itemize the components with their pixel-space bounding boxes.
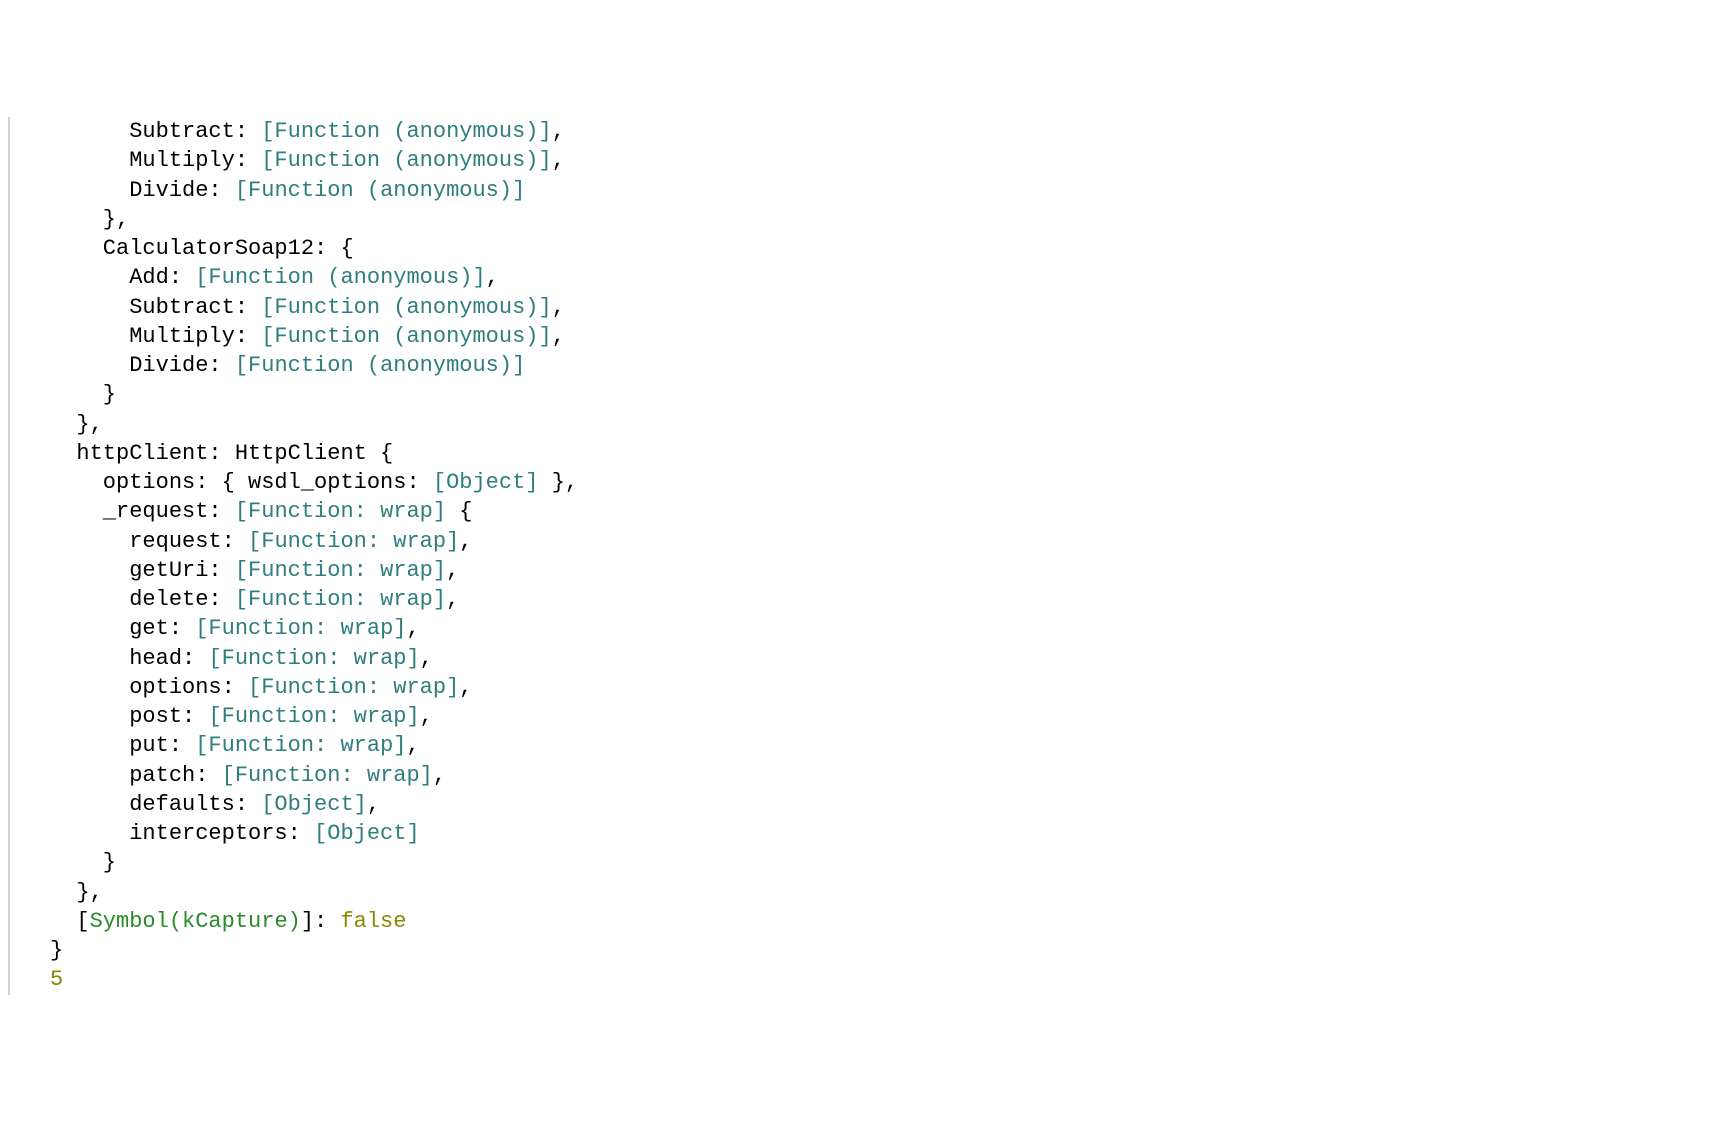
code-line: options: { wsdl_options: [Object] }, bbox=[50, 468, 1736, 497]
code-line: options: [Function: wrap], bbox=[50, 673, 1736, 702]
code-line: } bbox=[50, 936, 1736, 965]
code-line: delete: [Function: wrap], bbox=[50, 585, 1736, 614]
code-line: Multiply: [Function (anonymous)], bbox=[50, 146, 1736, 175]
function-token: [Function: wrap] bbox=[248, 675, 459, 700]
function-token: [Function (anonymous)] bbox=[261, 148, 551, 173]
code-line: httpClient: HttpClient { bbox=[50, 439, 1736, 468]
code-line: Subtract: [Function (anonymous)], bbox=[50, 117, 1736, 146]
code-line: } bbox=[50, 848, 1736, 877]
code-line: defaults: [Object], bbox=[50, 790, 1736, 819]
code-line: get: [Function: wrap], bbox=[50, 614, 1736, 643]
number-token: 5 bbox=[50, 967, 63, 992]
code-line: }, bbox=[50, 878, 1736, 907]
code-line: head: [Function: wrap], bbox=[50, 644, 1736, 673]
function-token: [Function: wrap] bbox=[195, 616, 406, 641]
code-line: Multiply: [Function (anonymous)], bbox=[50, 322, 1736, 351]
function-token: [Function: wrap] bbox=[235, 558, 446, 583]
code-output: Subtract: [Function (anonymous)], Multip… bbox=[8, 117, 1736, 995]
code-line: }, bbox=[50, 205, 1736, 234]
function-token: [Function (anonymous)] bbox=[235, 353, 525, 378]
function-token: [Function: wrap] bbox=[235, 587, 446, 612]
symbol-token: Symbol(kCapture) bbox=[90, 909, 301, 934]
function-token: [Function (anonymous)] bbox=[195, 265, 485, 290]
code-line: Divide: [Function (anonymous)] bbox=[50, 351, 1736, 380]
code-line: } bbox=[50, 380, 1736, 409]
function-token: [Function: wrap] bbox=[208, 646, 419, 671]
code-line: interceptors: [Object] bbox=[50, 819, 1736, 848]
function-token: [Function (anonymous)] bbox=[261, 295, 551, 320]
function-token: [Function: wrap] bbox=[195, 733, 406, 758]
object-token: [Object] bbox=[261, 792, 367, 817]
object-token: [Object] bbox=[433, 470, 539, 495]
code-line: Subtract: [Function (anonymous)], bbox=[50, 293, 1736, 322]
function-token: [Function: wrap] bbox=[248, 529, 459, 554]
function-token: [Function: wrap] bbox=[208, 704, 419, 729]
code-line: Add: [Function (anonymous)], bbox=[50, 263, 1736, 292]
function-token: [Function: wrap] bbox=[222, 763, 433, 788]
code-line: getUri: [Function: wrap], bbox=[50, 556, 1736, 585]
code-line: 5 bbox=[50, 965, 1736, 994]
code-line: }, bbox=[50, 410, 1736, 439]
code-line: patch: [Function: wrap], bbox=[50, 761, 1736, 790]
function-token: [Function (anonymous)] bbox=[235, 178, 525, 203]
code-line: request: [Function: wrap], bbox=[50, 527, 1736, 556]
code-line: [Symbol(kCapture)]: false bbox=[50, 907, 1736, 936]
code-line: put: [Function: wrap], bbox=[50, 731, 1736, 760]
code-line: Divide: [Function (anonymous)] bbox=[50, 176, 1736, 205]
code-line: _request: [Function: wrap] { bbox=[50, 497, 1736, 526]
object-token: [Object] bbox=[314, 821, 420, 846]
function-token: [Function (anonymous)] bbox=[261, 119, 551, 144]
code-line: post: [Function: wrap], bbox=[50, 702, 1736, 731]
code-line: CalculatorSoap12: { bbox=[50, 234, 1736, 263]
function-token: [Function: wrap] bbox=[235, 499, 446, 524]
boolean-token: false bbox=[340, 909, 406, 934]
function-token: [Function (anonymous)] bbox=[261, 324, 551, 349]
